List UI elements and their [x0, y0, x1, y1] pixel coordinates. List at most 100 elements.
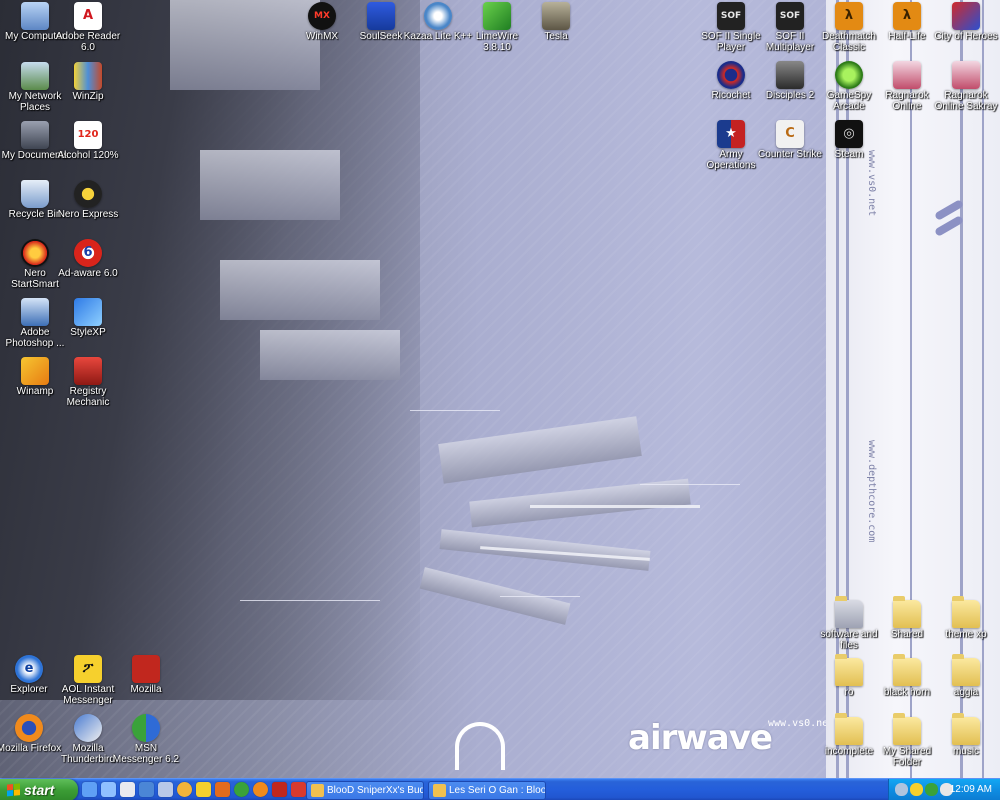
quick-launch-window-icon[interactable]	[158, 782, 173, 797]
icon-label: Registry Mechanic	[66, 386, 110, 408]
adaware-shortcut[interactable]: 6 Ad-aware 6.0	[53, 239, 123, 279]
ragnarok-sakray-shortcut[interactable]: Ragnarok Online Sakray	[931, 61, 1000, 112]
folder-icon	[835, 654, 863, 686]
start-label: start	[24, 782, 55, 798]
ragnarok-icon	[893, 61, 921, 89]
quick-launch-explorer-icon[interactable]	[139, 782, 154, 797]
quick-launch-desktop-icon[interactable]	[101, 782, 116, 797]
icon-label: WinZip	[72, 91, 104, 102]
registry-mechanic-icon	[74, 357, 102, 385]
kazaa-icon	[424, 2, 452, 30]
quick-launch-msn-icon[interactable]	[234, 782, 249, 797]
wallpaper-vertical-text: www.depthcore.com	[866, 440, 877, 543]
ragnarok-icon	[952, 61, 980, 89]
steam-icon: ◎	[835, 120, 863, 148]
icon-label: Alcohol 120%	[57, 150, 119, 161]
nero-express-shortcut[interactable]: Nero Express	[53, 180, 123, 220]
taskbar-window-button[interactable]: Les Seri O Gan : Bloo...	[428, 781, 546, 800]
start-button[interactable]: start	[0, 779, 78, 800]
aggia-folder[interactable]: aggia	[931, 654, 1000, 698]
icon-label: Nero Express	[57, 209, 119, 220]
icon-label: Ragnarok Online Sakray	[934, 90, 998, 112]
desktop[interactable]: airwave www.vs0.net www.vs0.net www.dept…	[0, 0, 1000, 778]
icon-label: theme xp	[945, 629, 987, 640]
wallpaper-line	[640, 484, 740, 485]
aim-running-man-icon: ፖ	[74, 655, 102, 683]
wallpaper-block	[260, 330, 400, 380]
alcohol-shortcut[interactable]: 120 Alcohol 120%	[53, 121, 123, 161]
wallpaper-line	[240, 600, 380, 601]
city-of-heroes-shortcut[interactable]: City of Heroes	[931, 2, 1000, 42]
recycle-bin-icon	[21, 180, 49, 208]
icon-label: Mozilla	[130, 684, 162, 695]
registry-mechanic-shortcut[interactable]: Registry Mechanic	[53, 357, 123, 408]
tesla-shortcut[interactable]: Tesla	[521, 2, 591, 42]
city-of-heroes-icon	[952, 2, 980, 30]
system-tray: 12:09 AM	[888, 779, 1000, 800]
stylexp-shortcut[interactable]: StyleXP	[53, 298, 123, 338]
network-icon	[21, 62, 49, 90]
folder-icon	[893, 713, 921, 745]
icon-label: Adobe Reader 6.0	[55, 31, 121, 53]
wallpaper-block	[220, 260, 380, 320]
nero-express-icon	[74, 180, 102, 208]
quick-launch-aim-icon[interactable]	[196, 782, 211, 797]
msn-buddy-icon	[132, 714, 160, 742]
wallpaper-figure	[455, 722, 505, 770]
chat-window-icon	[311, 784, 324, 797]
quick-launch-mozilla-icon[interactable]	[272, 782, 287, 797]
quick-launch	[82, 782, 306, 798]
quick-launch-outlook-icon[interactable]	[120, 782, 135, 797]
half-life-lambda-icon: λ	[835, 2, 863, 30]
wallpaper-block	[469, 478, 691, 528]
taskbar-window-button[interactable]: BlooD SniperXx's Bud...	[306, 781, 424, 800]
wallpaper-line	[500, 596, 580, 597]
msn-shortcut[interactable]: MSN Messenger 6.2	[111, 714, 181, 765]
quick-launch-ie-icon[interactable]	[82, 782, 97, 797]
quick-launch-winamp-icon[interactable]	[215, 782, 230, 797]
folder-icon	[893, 654, 921, 686]
folder-icon	[952, 713, 980, 745]
sof2-icon: SOF	[776, 2, 804, 30]
winzip-shortcut[interactable]: WinZip	[53, 62, 123, 102]
ricochet-icon	[717, 61, 745, 89]
winmx-icon: MX	[308, 2, 336, 30]
icon-label: aggia	[953, 687, 979, 698]
windows-flag-icon	[7, 783, 20, 797]
wallpaper-line	[410, 410, 500, 411]
quick-launch-media-icon[interactable]	[177, 782, 192, 797]
tray-arrow-icon[interactable]	[895, 783, 908, 796]
icon-label: MSN Messenger 6.2	[112, 743, 180, 765]
steam-shortcut[interactable]: ◎ Steam	[814, 120, 884, 160]
adobe-reader-shortcut[interactable]: A Adobe Reader 6.0	[53, 2, 123, 53]
wallpaper-bar	[530, 505, 700, 508]
winamp-icon	[21, 357, 49, 385]
computer-icon	[21, 2, 49, 30]
wallpaper-block	[438, 416, 642, 484]
quick-launch-firefox-icon[interactable]	[253, 782, 268, 797]
tray-msn-icon[interactable]	[925, 783, 938, 796]
sof2-icon: SOF	[717, 2, 745, 30]
army-star-icon: ★	[717, 120, 745, 148]
disciples-icon	[776, 61, 804, 89]
icon-label: Ad-aware 6.0	[58, 268, 118, 279]
adobe-reader-icon: A	[74, 2, 102, 30]
chat-window-icon	[433, 784, 446, 797]
taskbar-window-label: BlooD SniperXx's Bud...	[327, 785, 424, 796]
clock[interactable]: 12:09 AM	[950, 779, 992, 800]
icon-label: City of Heroes	[934, 31, 998, 42]
quick-launch-adaware-icon[interactable]	[291, 782, 306, 797]
photoshop-icon	[21, 298, 49, 326]
theme-xp-folder[interactable]: theme xp	[931, 596, 1000, 640]
tray-aim-icon[interactable]	[910, 783, 923, 796]
icon-label: Steam	[834, 149, 864, 160]
winzip-icon	[74, 62, 102, 90]
adaware-icon: 6	[74, 239, 102, 267]
mozilla-shortcut[interactable]: Mozilla	[111, 655, 181, 695]
folder-icon	[835, 596, 863, 628]
icon-label: Tesla	[544, 31, 568, 42]
music-folder[interactable]: music	[931, 713, 1000, 757]
taskbar: start BlooD SniperXx's Bud... Les Seri O…	[0, 778, 1000, 800]
alcohol-icon: 120	[74, 121, 102, 149]
counter-strike-icon: C	[776, 120, 804, 148]
